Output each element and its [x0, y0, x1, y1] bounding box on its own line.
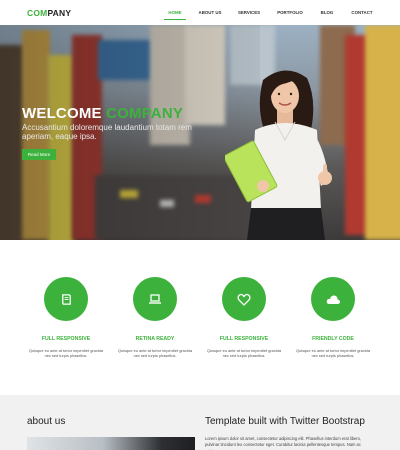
- laptop-icon: [149, 294, 161, 304]
- feature-text: Quisque eu ante at tortor imperdiet grav…: [29, 348, 103, 359]
- feature-text: Quisque eu ante at tortor imperdiet grav…: [118, 348, 192, 359]
- nav-item-portfolio[interactable]: PORTFOLIO: [268, 0, 312, 25]
- cloud-icon: [326, 294, 340, 304]
- feature-card: FULL RESPONSIVE Quisque eu ante at torto…: [202, 277, 286, 359]
- feature-title: FRIENDLY CODE: [312, 336, 354, 342]
- hero-woman-image: [225, 70, 332, 240]
- feature-title: RETINA READY: [135, 336, 175, 342]
- feature-icon-circle[interactable]: [133, 277, 177, 321]
- feature-icon-circle[interactable]: [311, 277, 355, 321]
- feature-card: FRIENDLY CODE Quisque eu ante at tortor …: [291, 277, 375, 359]
- nav-item-services[interactable]: SERVICES: [230, 0, 268, 25]
- feature-icon-circle[interactable]: [44, 277, 88, 321]
- read-more-button[interactable]: Read More: [22, 149, 56, 160]
- feature-text: Quisque eu ante at tortor imperdiet grav…: [207, 348, 281, 359]
- feature-title: FULL RESPONSIVE: [41, 336, 91, 342]
- navbar: COMPANY HOME ABOUT US SERVICES PORTFOLIO…: [0, 0, 400, 25]
- logo-part-dark: PANY: [47, 8, 72, 18]
- bootstrap-title: Template built with Twitter Bootstrap: [205, 416, 365, 427]
- hero-title-white: WELCOME: [22, 105, 102, 122]
- logo-part-green: COM: [27, 8, 48, 18]
- hero-subtitle: Accusantium doloremque laudantium totam …: [22, 123, 192, 141]
- nav-item-home[interactable]: HOME: [160, 0, 190, 25]
- feature-title: FULL RESPONSIVE: [219, 336, 269, 342]
- nav-item-about-us[interactable]: ABOUT US: [190, 0, 230, 25]
- about-image: [27, 437, 195, 450]
- book-icon: [61, 293, 71, 305]
- features-section: FULL RESPONSIVE Quisque eu ante at torto…: [0, 240, 400, 395]
- about-section: about us Template built with Twitter Boo…: [0, 395, 400, 450]
- hero-title: WELCOME COMPANY: [22, 105, 183, 122]
- nav-menu: HOME ABOUT US SERVICES PORTFOLIO BLOG CO…: [160, 0, 382, 25]
- bootstrap-text: Lorem ipsum dolor sit amet, consectetur …: [205, 436, 362, 450]
- feature-card: FULL RESPONSIVE Quisque eu ante at torto…: [24, 277, 108, 359]
- hero-banner: WELCOME COMPANY Accusantium doloremque l…: [0, 25, 400, 240]
- feature-text: Quisque eu ante at tortor imperdiet grav…: [296, 348, 370, 359]
- about-title: about us: [27, 416, 66, 427]
- feature-icon-circle[interactable]: [222, 277, 266, 321]
- heart-icon: [237, 293, 251, 306]
- site-logo[interactable]: COMPANY: [27, 8, 71, 18]
- hero-title-green: COMPANY: [106, 105, 184, 122]
- background-building: [365, 25, 400, 240]
- nav-item-blog[interactable]: BLOG: [312, 0, 342, 25]
- nav-item-contact[interactable]: CONTACT: [342, 0, 382, 25]
- feature-card: RETINA READY Quisque eu ante at tortor i…: [113, 277, 197, 359]
